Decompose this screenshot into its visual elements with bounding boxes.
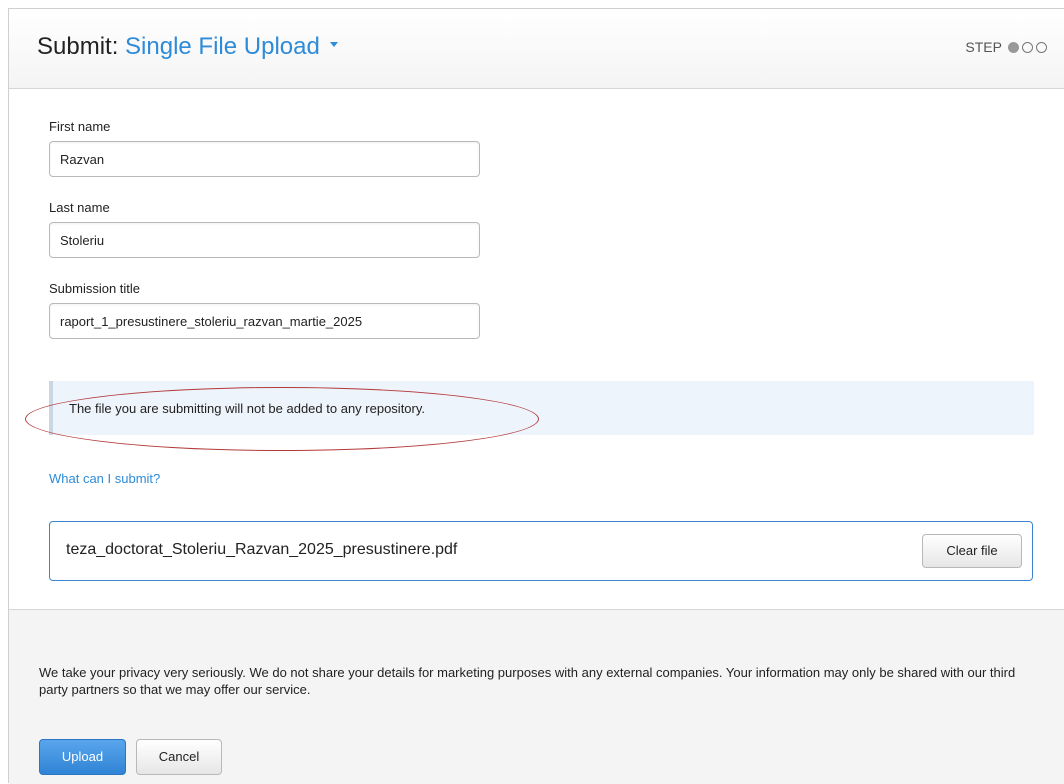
submission-title-label: Submission title	[49, 281, 141, 296]
repository-notice: The file you are submitting will not be …	[49, 381, 1034, 435]
title-prefix: Submit:	[37, 33, 119, 60]
panel-footer: We take your privacy very seriously. We …	[9, 609, 1064, 784]
chevron-down-icon	[329, 42, 338, 48]
privacy-notice: We take your privacy very seriously. We …	[39, 665, 1016, 697]
submission-title-field[interactable]	[49, 303, 480, 339]
step-dot-1	[1008, 41, 1019, 53]
panel-header: Submit: Single File Upload STEP	[9, 9, 1064, 89]
step-dot-2	[1022, 41, 1033, 53]
last-name-label: Last name	[49, 200, 110, 215]
selected-file-box: teza_doctorat_Stoleriu_Razvan_2025_presu…	[49, 521, 1033, 581]
first-name-field[interactable]	[49, 141, 480, 177]
upload-mode-dropdown[interactable]: Single File Upload	[125, 33, 338, 60]
what-can-i-submit-link[interactable]: What can I submit?	[49, 471, 160, 486]
upload-button[interactable]: Upload	[39, 739, 126, 775]
clear-file-button[interactable]: Clear file	[922, 534, 1022, 568]
selected-file-name: teza_doctorat_Stoleriu_Razvan_2025_presu…	[66, 541, 458, 558]
step-label: STEP	[965, 39, 1002, 55]
submission-panel: Submit: Single File Upload STEP First na…	[8, 8, 1064, 784]
last-name-field[interactable]	[49, 222, 480, 258]
step-dot-3	[1036, 41, 1047, 53]
cancel-button[interactable]: Cancel	[136, 739, 222, 775]
upload-mode-label: Single File Upload	[125, 33, 320, 60]
repository-notice-text: The file you are submitting will not be …	[69, 401, 426, 416]
page-title: Submit: Single File Upload	[37, 33, 338, 61]
first-name-label: First name	[49, 119, 111, 134]
step-indicator: STEP	[965, 39, 1047, 55]
